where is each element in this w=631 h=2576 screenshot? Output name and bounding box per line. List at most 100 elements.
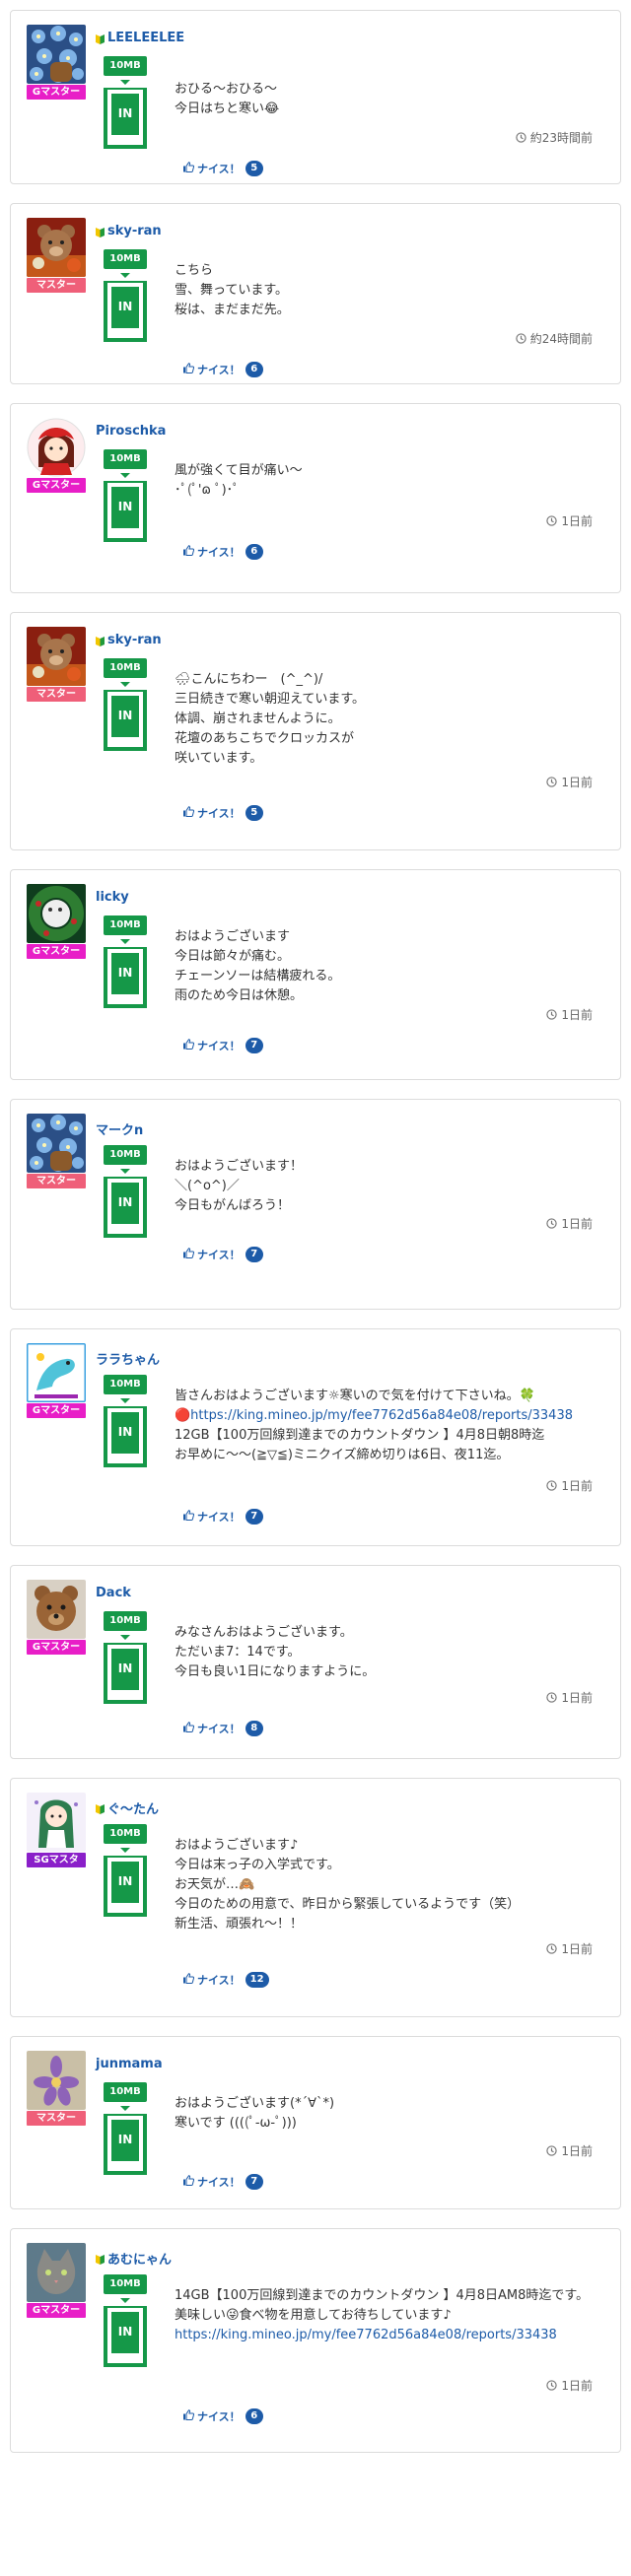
username-link[interactable]: マークn (96, 1119, 143, 1138)
gift-block: 10MB IN (104, 2274, 147, 2367)
in-button[interactable]: IN (104, 2306, 147, 2367)
username-link[interactable]: あむにゃん (96, 2249, 172, 2268)
time-text: 1日前 (561, 1217, 593, 1231)
avatar[interactable] (27, 1793, 86, 1852)
username-link[interactable]: LEELEELEE (96, 31, 184, 45)
in-button[interactable]: IN (104, 690, 147, 751)
down-arrow-icon (120, 273, 130, 278)
message-link[interactable]: https://king.mineo.jp/my/fee7762d56a84e0… (175, 2328, 557, 2342)
message-text: こちら 雪、舞っています。 桜は、まだまだ先。 (175, 261, 600, 320)
username-text: ぐ～たん (107, 1802, 160, 1817)
avatar[interactable] (27, 884, 86, 943)
gift-block: 10MB IN (104, 449, 147, 542)
nice-button[interactable]: ナイス！ 7 (182, 1038, 263, 1053)
username-link[interactable]: Piroschka (96, 424, 166, 439)
in-button[interactable]: IN (104, 1406, 147, 1467)
nice-button[interactable]: ナイス！ 12 (182, 1972, 269, 1988)
post-card-6: マスター マークn 10MB IN おはようございます！ ＼(^o^)／ 今日も… (10, 1099, 621, 1310)
username-text: Dack (96, 1586, 131, 1600)
avatar[interactable] (27, 627, 86, 686)
thumbs-up-icon (182, 545, 195, 559)
thumbs-up-icon (182, 2409, 195, 2423)
down-arrow-icon (120, 1398, 130, 1403)
avatar[interactable] (27, 2243, 86, 2302)
message-text: おはようございます(*´∀`*) 寒いです ((((ﾟ-ω-ﾟ))) (175, 2094, 600, 2134)
username-text: sky-ran (107, 633, 162, 647)
time-text: 1日前 (561, 1479, 593, 1493)
in-button[interactable]: IN (104, 947, 147, 1008)
timestamp: 1日前 (546, 1215, 593, 1232)
message-text: おはようございます♪ 今日は末っ子の入学式です。 お天気が…🙈 今日のための用意… (175, 1836, 600, 1934)
rank-badge: Gマスター (27, 944, 86, 959)
avatar[interactable] (27, 25, 86, 84)
gift-block: 10MB IN (104, 56, 147, 149)
username-link[interactable]: junmama (96, 2057, 163, 2071)
thumbs-up-icon (182, 162, 195, 175)
gift-10mb-badge: 10MB (104, 2274, 147, 2294)
avatar[interactable] (27, 1114, 86, 1173)
beginner-leaf-icon (96, 635, 105, 646)
in-button[interactable]: IN (104, 481, 147, 542)
post-card-1: Gマスター LEELEELEE 10MB IN おひる～おひる～ 今日はちと寒い… (10, 10, 621, 184)
nice-button[interactable]: ナイス！ 7 (182, 1509, 263, 1525)
thumbs-up-icon (182, 1973, 195, 1987)
in-button[interactable]: IN (104, 281, 147, 342)
gift-block: 10MB IN (104, 915, 147, 1008)
avatar[interactable] (27, 2051, 86, 2110)
down-arrow-icon (120, 1848, 130, 1853)
nice-button[interactable]: ナイス！ 5 (182, 805, 263, 821)
avatar[interactable] (27, 1343, 86, 1402)
nice-button[interactable]: ナイス！ 5 (182, 161, 263, 176)
in-button[interactable]: IN (104, 1856, 147, 1917)
nice-button[interactable]: ナイス！ 8 (182, 1721, 263, 1736)
avatar-wrap: Gマスター (27, 25, 86, 100)
in-button[interactable]: IN (104, 88, 147, 149)
clock-icon (546, 1218, 558, 1229)
thumbs-up-icon (182, 1722, 195, 1735)
message-body: おはようございます♪ 今日は末っ子の入学式です。 お天気が…🙈 今日のための用意… (175, 1838, 521, 1932)
nice-label: ナイス！ (197, 163, 241, 175)
in-button[interactable]: IN (104, 2114, 147, 2175)
in-button[interactable]: IN (104, 1177, 147, 1238)
timestamp: 1日前 (546, 1006, 593, 1023)
nice-button[interactable]: ナイス！ 7 (182, 1247, 263, 1262)
timestamp: 1日前 (546, 512, 593, 529)
nice-button[interactable]: ナイス！ 6 (182, 362, 263, 377)
avatar-wrap: マスター (27, 627, 86, 702)
timestamp: 1日前 (546, 2377, 593, 2394)
timestamp: 1日前 (546, 1940, 593, 1957)
avatar-wrap: SGマスタ (27, 1793, 86, 1867)
username-link[interactable]: sky-ran (96, 224, 162, 238)
message-link[interactable]: 🔴https://king.mineo.jp/my/fee7762d56a84e… (175, 1408, 573, 1423)
avatar-wrap: Gマスター (27, 418, 86, 493)
username-link[interactable]: Dack (96, 1586, 131, 1600)
avatar[interactable] (27, 218, 86, 277)
time-text: 1日前 (561, 514, 593, 528)
avatar-wrap: マスター (27, 1114, 86, 1188)
nice-button[interactable]: ナイス！ 7 (182, 2174, 263, 2190)
avatar[interactable] (27, 418, 86, 477)
thumbs-up-icon (182, 363, 195, 376)
down-arrow-icon (120, 80, 130, 85)
username-link[interactable]: ぐ～たん (96, 1798, 159, 1817)
nice-button[interactable]: ナイス！ 6 (182, 544, 263, 560)
message-text: 🌧こんにちわー (^_^)/ 三日続きで寒い朝迎えています。 体調、崩されません… (175, 670, 600, 769)
down-arrow-icon (120, 473, 130, 478)
rank-badge: Gマスター (27, 2303, 86, 2318)
nice-label: ナイス！ (197, 1723, 241, 1735)
nice-count: 7 (245, 1038, 263, 1053)
gift-10mb-badge: 10MB (104, 2082, 147, 2102)
message-body: 14GB【100万回線到達までのカウントダウン 】4月8日AM8時迄です。 美味… (175, 2288, 590, 2323)
rank-badge: マスター (27, 687, 86, 702)
message-body: おはようございます！ ＼(^o^)／ 今日もがんばろう！ (175, 1159, 304, 1213)
in-button[interactable]: IN (104, 1643, 147, 1704)
nice-button[interactable]: ナイス！ 6 (182, 2408, 263, 2424)
thumbs-up-icon (182, 1039, 195, 1052)
nice-count: 6 (245, 362, 263, 377)
username-link[interactable]: sky-ran (96, 633, 162, 647)
username-link[interactable]: licky (96, 890, 129, 905)
in-label: IN (111, 1183, 139, 1224)
avatar[interactable] (27, 1580, 86, 1639)
username-link[interactable]: ララちゃん (96, 1349, 160, 1368)
post-card-9: SGマスタ ぐ～たん 10MB IN おはようございます♪ 今日は末っ子の入学式… (10, 1778, 621, 2017)
